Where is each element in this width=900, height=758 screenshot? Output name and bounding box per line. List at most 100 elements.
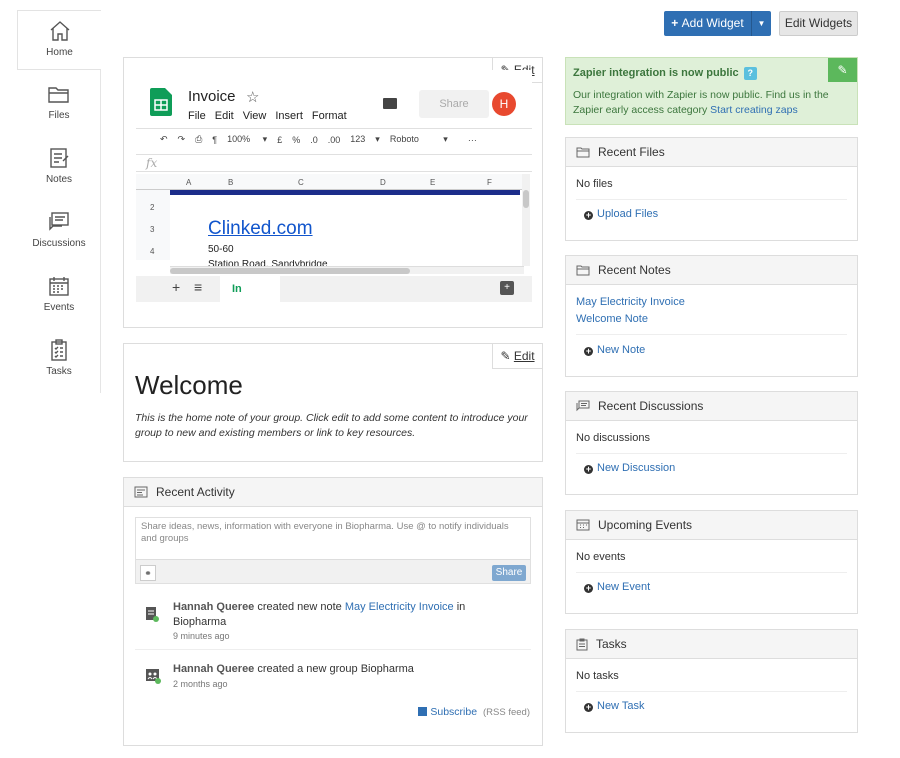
sheet-toolbar: ↶ ↷ ⎙ ¶ 100% ▾ £ % .0 .00 123 ▾ Roboto ▾ … bbox=[160, 134, 487, 145]
zapier-title: Zapier integration is now public bbox=[573, 67, 739, 79]
discussion-icon bbox=[576, 400, 590, 412]
sheet-tabs-bar: + ≡ In + bbox=[136, 276, 532, 302]
comment-icon[interactable] bbox=[383, 98, 397, 109]
sidebar-item-notes[interactable]: Notes bbox=[17, 138, 101, 198]
sidebar-item-tasks[interactable]: Tasks bbox=[17, 330, 101, 390]
sidebar-item-events[interactable]: Events bbox=[17, 266, 101, 326]
zapier-link[interactable]: Start creating zaps bbox=[710, 104, 798, 116]
column-b[interactable]: B bbox=[228, 178, 233, 187]
folder-icon bbox=[576, 147, 590, 158]
activity-user[interactable]: Hannah Queree bbox=[173, 601, 254, 613]
plus-circle-icon: + bbox=[584, 346, 593, 356]
plus-icon: + bbox=[671, 16, 682, 30]
row-2[interactable]: 2 bbox=[150, 203, 154, 212]
zapier-edit-button[interactable]: ✎ bbox=[828, 58, 857, 82]
zoom-select[interactable]: 100% ▾ bbox=[227, 134, 267, 145]
column-a[interactable]: A bbox=[186, 178, 191, 187]
column-d[interactable]: D bbox=[380, 178, 386, 187]
new-task-button[interactable]: + New Task bbox=[584, 700, 644, 712]
tasks-widget: Tasks No tasks + New Task bbox=[565, 629, 858, 733]
explore-icon[interactable]: + bbox=[500, 281, 514, 295]
undo-icon[interactable]: ↶ bbox=[160, 134, 168, 145]
sidebar-item-label: Events bbox=[43, 302, 75, 313]
column-e[interactable]: E bbox=[430, 178, 435, 187]
panel-header: Recent Files bbox=[566, 138, 857, 167]
sidebar: Home Files Notes Discussions Events Task… bbox=[17, 10, 101, 393]
cell-link[interactable]: Clinked.com bbox=[208, 218, 313, 240]
add-sheet-icon[interactable]: + bbox=[172, 279, 180, 295]
add-widget-button[interactable]: + Add Widget ▼ bbox=[664, 11, 771, 36]
sidebar-item-label: Tasks bbox=[46, 366, 72, 377]
tasks-empty: No tasks bbox=[576, 670, 619, 682]
row-3[interactable]: 3 bbox=[150, 225, 154, 234]
recent-files-widget: Recent Files No files + Upload Files bbox=[565, 137, 858, 241]
help-badge[interactable]: ? bbox=[743, 67, 757, 80]
sheet-embed: Invoice ☆ File Edit View Insert Format S… bbox=[136, 70, 532, 302]
increase-decimal-button[interactable]: .00 bbox=[328, 135, 341, 145]
currency-button[interactable]: £ bbox=[277, 135, 282, 145]
sidebar-item-discussions[interactable]: Discussions bbox=[17, 202, 101, 262]
plus-circle-icon: + bbox=[584, 464, 593, 474]
share-button[interactable]: Share bbox=[492, 565, 526, 581]
link-icon[interactable]: ⚭ bbox=[140, 565, 156, 581]
note-link[interactable]: Welcome Note bbox=[576, 313, 648, 325]
edit-button[interactable]: ✎ Edit bbox=[492, 344, 542, 369]
upload-files-button[interactable]: + Upload Files bbox=[584, 208, 658, 220]
clipboard-icon bbox=[576, 638, 588, 650]
folder-icon bbox=[576, 265, 590, 276]
activity-time: 9 minutes ago bbox=[173, 631, 230, 641]
subscribe-link[interactable]: Subscribe bbox=[430, 706, 477, 718]
vertical-scrollbar[interactable] bbox=[522, 174, 530, 266]
cell-address: 50-60 bbox=[208, 244, 234, 255]
new-note-button[interactable]: + New Note bbox=[584, 344, 645, 356]
discussion-icon bbox=[49, 212, 69, 231]
sheet-tab[interactable]: In bbox=[220, 276, 280, 302]
activity-link[interactable]: May Electricity Invoice bbox=[345, 601, 454, 613]
note-link[interactable]: May Electricity Invoice bbox=[576, 296, 685, 308]
sheets-icon bbox=[150, 88, 172, 116]
menu-insert[interactable]: Insert bbox=[275, 110, 303, 122]
sheet-list-icon[interactable]: ≡ bbox=[194, 279, 202, 295]
percent-button[interactable]: % bbox=[292, 135, 300, 145]
menu-file[interactable]: File bbox=[188, 110, 206, 122]
menu-edit[interactable]: Edit bbox=[215, 110, 234, 122]
invoice-widget: ✎ Edit Invoice ☆ File Edit View Insert F… bbox=[123, 57, 543, 328]
menu-view[interactable]: View bbox=[243, 110, 267, 122]
caret-down-icon[interactable]: ▼ bbox=[752, 19, 771, 28]
font-select[interactable]: Roboto ▾ bbox=[390, 134, 458, 145]
plus-circle-icon: + bbox=[584, 583, 593, 593]
menu-format[interactable]: Format bbox=[312, 110, 347, 122]
row-4[interactable]: 4 bbox=[150, 247, 154, 256]
redo-icon[interactable]: ↷ bbox=[178, 134, 186, 145]
share-input[interactable]: Share ideas, news, information with ever… bbox=[136, 518, 530, 560]
sidebar-item-home[interactable]: Home bbox=[17, 10, 101, 70]
horizontal-scrollbar[interactable] bbox=[170, 266, 524, 274]
discussions-empty: No discussions bbox=[576, 432, 650, 444]
activity-user[interactable]: Hannah Queree bbox=[173, 663, 254, 675]
panel-header: Upcoming Events bbox=[566, 511, 857, 540]
activity-item: Hannah Queree created a new group Biopha… bbox=[135, 662, 531, 702]
sidebar-item-files[interactable]: Files bbox=[17, 74, 101, 134]
column-c[interactable]: C bbox=[298, 178, 304, 187]
more-icon[interactable]: ··· bbox=[468, 135, 477, 145]
new-event-button[interactable]: + New Event bbox=[584, 581, 650, 593]
activity-time: 2 months ago bbox=[173, 679, 228, 689]
paint-format-icon[interactable]: ¶ bbox=[212, 135, 217, 145]
column-f[interactable]: F bbox=[487, 178, 492, 187]
zapier-notice: Zapier integration is now public ? ✎ Our… bbox=[565, 57, 858, 125]
new-discussion-button[interactable]: + New Discussion bbox=[584, 462, 675, 474]
doc-menu: File Edit View Insert Format bbox=[188, 110, 347, 122]
avatar[interactable]: H bbox=[492, 92, 516, 116]
rss-icon bbox=[418, 707, 428, 716]
print-icon[interactable]: ⎙ bbox=[195, 134, 202, 145]
row-headers: 2 3 4 bbox=[136, 190, 170, 260]
edit-widgets-button[interactable]: Edit Widgets bbox=[779, 11, 858, 36]
calendar-icon bbox=[49, 277, 69, 296]
doc-share-button[interactable]: Share bbox=[419, 90, 489, 118]
formula-bar: fx bbox=[136, 154, 532, 172]
star-icon[interactable]: ☆ bbox=[246, 88, 259, 106]
decrease-decimal-button[interactable]: .0 bbox=[310, 135, 318, 145]
note-icon bbox=[50, 148, 69, 168]
note-icon bbox=[146, 607, 159, 622]
number-format-select[interactable]: 123 ▾ bbox=[350, 134, 380, 145]
